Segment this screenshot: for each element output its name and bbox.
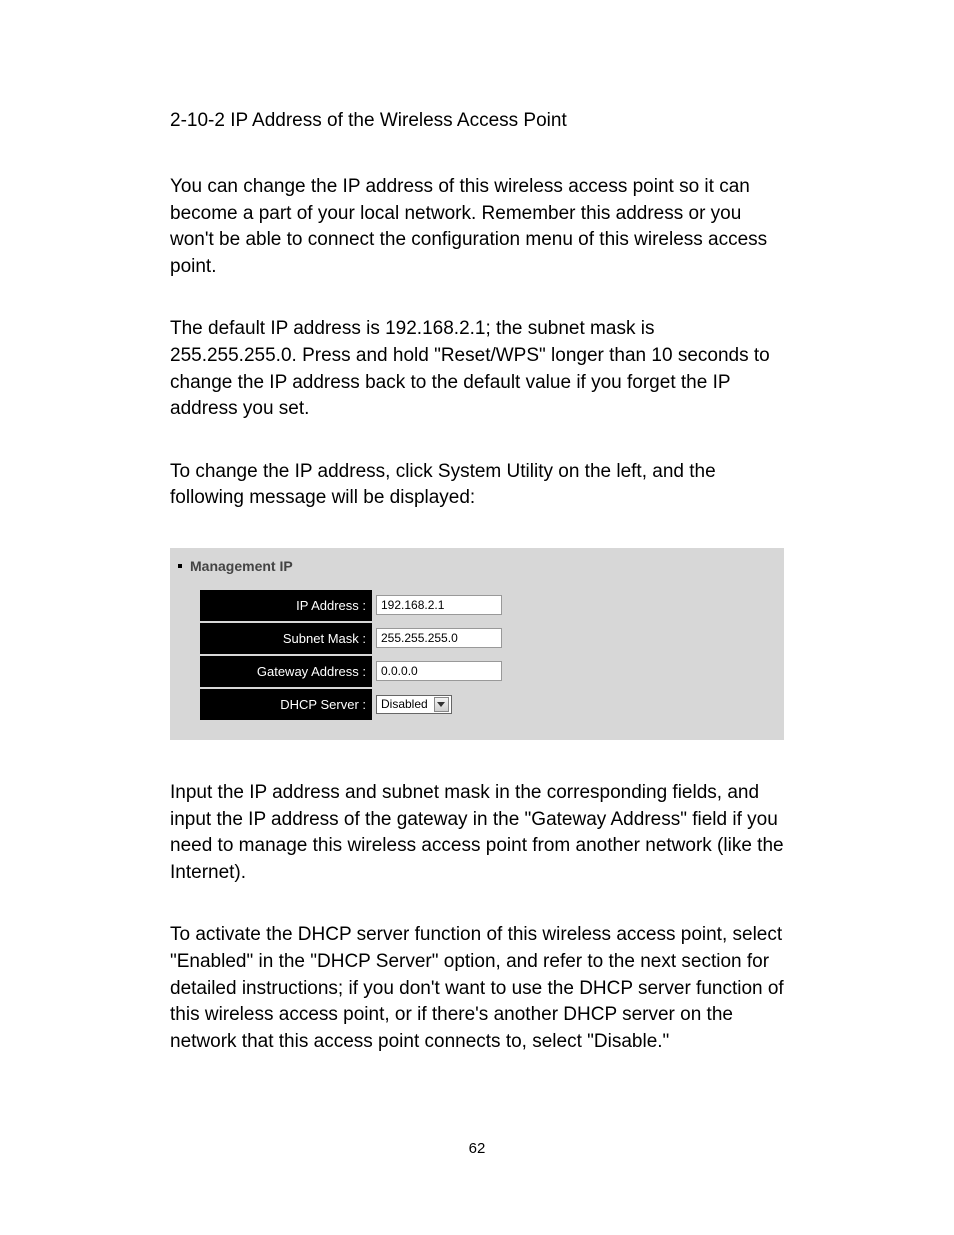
- subnet-mask-label: Subnet Mask :: [200, 623, 372, 654]
- panel-title: Management IP: [190, 558, 293, 574]
- paragraph: Input the IP address and subnet mask in …: [170, 780, 784, 886]
- gateway-address-label: Gateway Address :: [200, 656, 372, 687]
- panel-title-row: Management IP: [170, 558, 784, 588]
- document-page: 2-10-2 IP Address of the Wireless Access…: [0, 0, 954, 1235]
- ip-address-row: IP Address :: [170, 590, 784, 621]
- dhcp-server-value: Disabled: [381, 697, 434, 711]
- section-heading: 2-10-2 IP Address of the Wireless Access…: [170, 110, 784, 132]
- paragraph: To change the IP address, click System U…: [170, 459, 784, 512]
- paragraph: To activate the DHCP server function of …: [170, 922, 784, 1055]
- gateway-address-input[interactable]: [376, 661, 502, 681]
- paragraph: You can change the IP address of this wi…: [170, 174, 784, 280]
- subnet-mask-input[interactable]: [376, 628, 502, 648]
- dhcp-server-label: DHCP Server :: [200, 689, 372, 720]
- ip-address-label: IP Address :: [200, 590, 372, 621]
- paragraph: The default IP address is 192.168.2.1; t…: [170, 316, 784, 422]
- chevron-down-icon: [434, 697, 449, 712]
- page-number: 62: [0, 1140, 954, 1157]
- ip-address-input[interactable]: [376, 595, 502, 615]
- subnet-mask-row: Subnet Mask :: [170, 623, 784, 654]
- bullet-icon: [178, 564, 182, 568]
- gateway-address-row: Gateway Address :: [170, 656, 784, 687]
- dhcp-server-row: DHCP Server : Disabled: [170, 689, 784, 720]
- management-ip-panel: Management IP IP Address : Subnet Mask :…: [170, 548, 784, 740]
- dhcp-server-select[interactable]: Disabled: [376, 695, 452, 714]
